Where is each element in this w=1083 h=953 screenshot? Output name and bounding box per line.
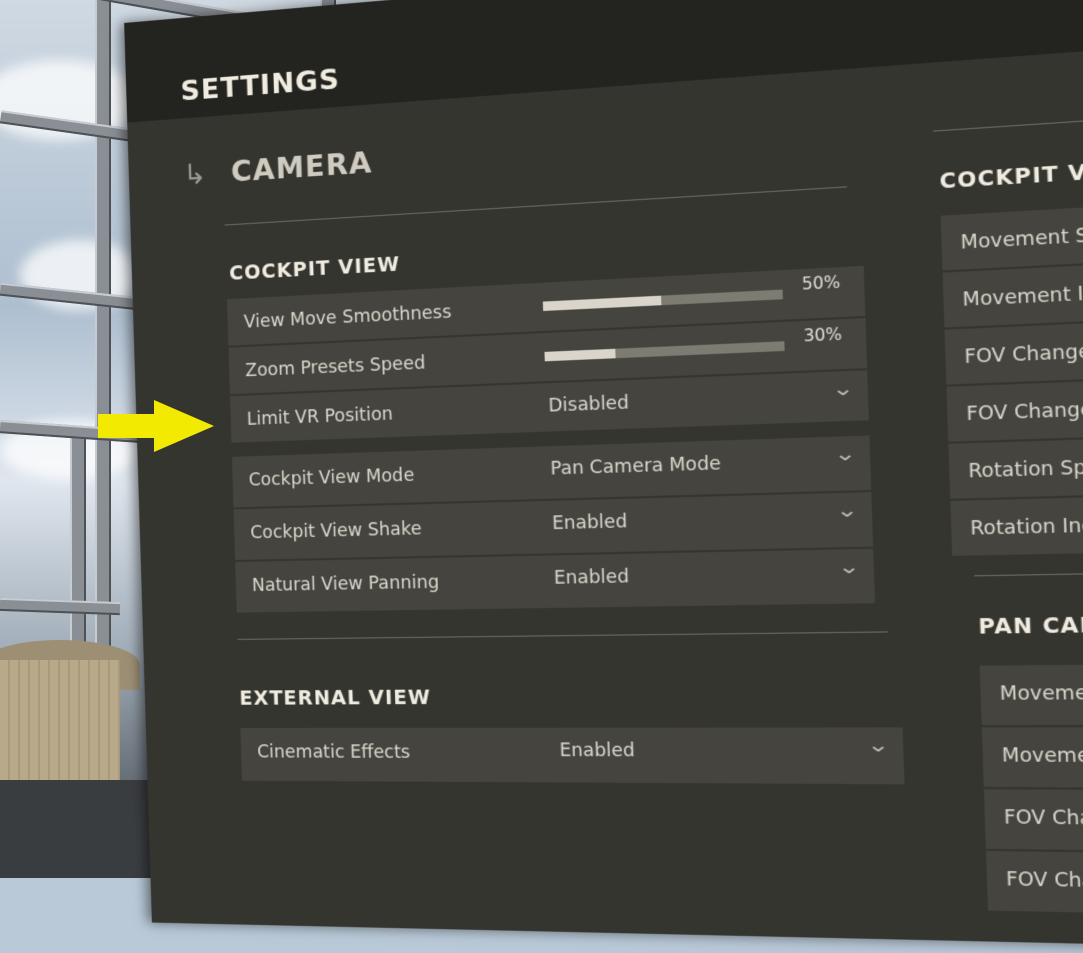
list-item[interactable]: Movement Inert (981, 726, 1083, 790)
external-view-group: Cinematic Effects Enabled ⌄ (240, 727, 905, 786)
breadcrumb: ↳ CAMERA (183, 146, 373, 192)
return-arrow-icon: ↳ (182, 156, 208, 192)
list-item[interactable]: Movement Speed (940, 187, 1083, 271)
slider-value: 30% (803, 324, 843, 346)
slider-fill (542, 295, 662, 312)
chevron-down-icon[interactable]: ⌄ (837, 556, 860, 579)
divider (933, 97, 1083, 132)
dropdown-label: Limit VR Position (246, 404, 394, 430)
dropdown-cinematic-effects[interactable]: Cinematic Effects Enabled ⌄ (240, 727, 905, 785)
row-label: FOV Change Inerti (966, 397, 1083, 426)
dropdown-value: Pan Camera Mode (550, 453, 722, 480)
row-label: FOV Change Sp (1003, 806, 1083, 831)
row-label: Movement Spee (999, 682, 1083, 706)
list-item[interactable]: FOV Change In (985, 850, 1083, 921)
row-label: Movement Speed (960, 222, 1083, 255)
row-label: Rotation Inertia (969, 514, 1083, 541)
view-move-smoothness-slider[interactable] (542, 289, 783, 312)
dropdown-natural-view-panning[interactable]: Natural View Panning Enabled ⌄ (235, 548, 876, 613)
settings-panel: SETTINGS ↳ CAMERA COCKPIT VIEW View Move… (124, 0, 1083, 951)
settings-header: SETTINGS (124, 0, 1083, 123)
row-label: FOV Change Speed (964, 338, 1083, 369)
cockpit-view-mode-heading: COCKPIT VIEW M (939, 155, 1083, 194)
row-label: Rotation Speed (967, 456, 1083, 483)
dropdown-label: Cockpit View Shake (250, 518, 423, 544)
section-title: CAMERA (230, 145, 373, 189)
row-label: Movement Inert (1001, 745, 1083, 768)
divider (974, 566, 1083, 577)
row-label: FOV Change In (1005, 868, 1083, 894)
cockpit-view-mode-group: Movement Speed Movement Inertia FOV Chan… (940, 187, 1083, 558)
divider (224, 186, 848, 226)
dropdown-value: Enabled (551, 511, 628, 535)
row-label: Movement Inertia (962, 280, 1083, 312)
list-item[interactable]: Movement Spee (979, 661, 1083, 726)
chevron-down-icon[interactable]: ⌄ (833, 442, 856, 466)
pan-camera-heading: PAN CAMERA (977, 612, 1083, 640)
dropdown-label: Natural View Panning (251, 572, 440, 597)
yellow-arrow-icon (98, 400, 214, 452)
dropdown-value: Enabled (553, 566, 630, 590)
chevron-down-icon[interactable]: ⌄ (835, 499, 858, 522)
dropdown-label: Cinematic Effects (256, 742, 411, 764)
slider-fill (544, 348, 616, 362)
dropdown-value: Enabled (559, 740, 636, 762)
zoom-presets-speed-slider[interactable] (544, 341, 785, 362)
page-title: SETTINGS (180, 63, 341, 108)
cockpit-view-group-2: Cockpit View Mode Pan Camera Mode ⌄ Cock… (231, 435, 876, 615)
slider-value: 50% (801, 272, 841, 294)
cockpit-view-heading: COCKPIT VIEW (228, 253, 401, 285)
dropdown-value: Disabled (548, 392, 630, 417)
pan-camera-group: Movement Spee Movement Inert FOV Change … (979, 661, 1083, 923)
slider-label: Zoom Presets Speed (245, 353, 426, 382)
external-view-heading: EXTERNAL VIEW (239, 686, 432, 710)
slider-label: View Move Smoothness (243, 302, 452, 333)
divider (237, 631, 888, 640)
chevron-down-icon[interactable]: ⌄ (831, 377, 854, 401)
cockpit-view-group-1: View Move Smoothness 50% Zoom Presets Sp… (226, 265, 869, 445)
dropdown-label: Cockpit View Mode (248, 465, 415, 491)
chevron-down-icon[interactable]: ⌄ (866, 734, 890, 757)
list-item[interactable]: FOV Change Sp (983, 789, 1083, 856)
